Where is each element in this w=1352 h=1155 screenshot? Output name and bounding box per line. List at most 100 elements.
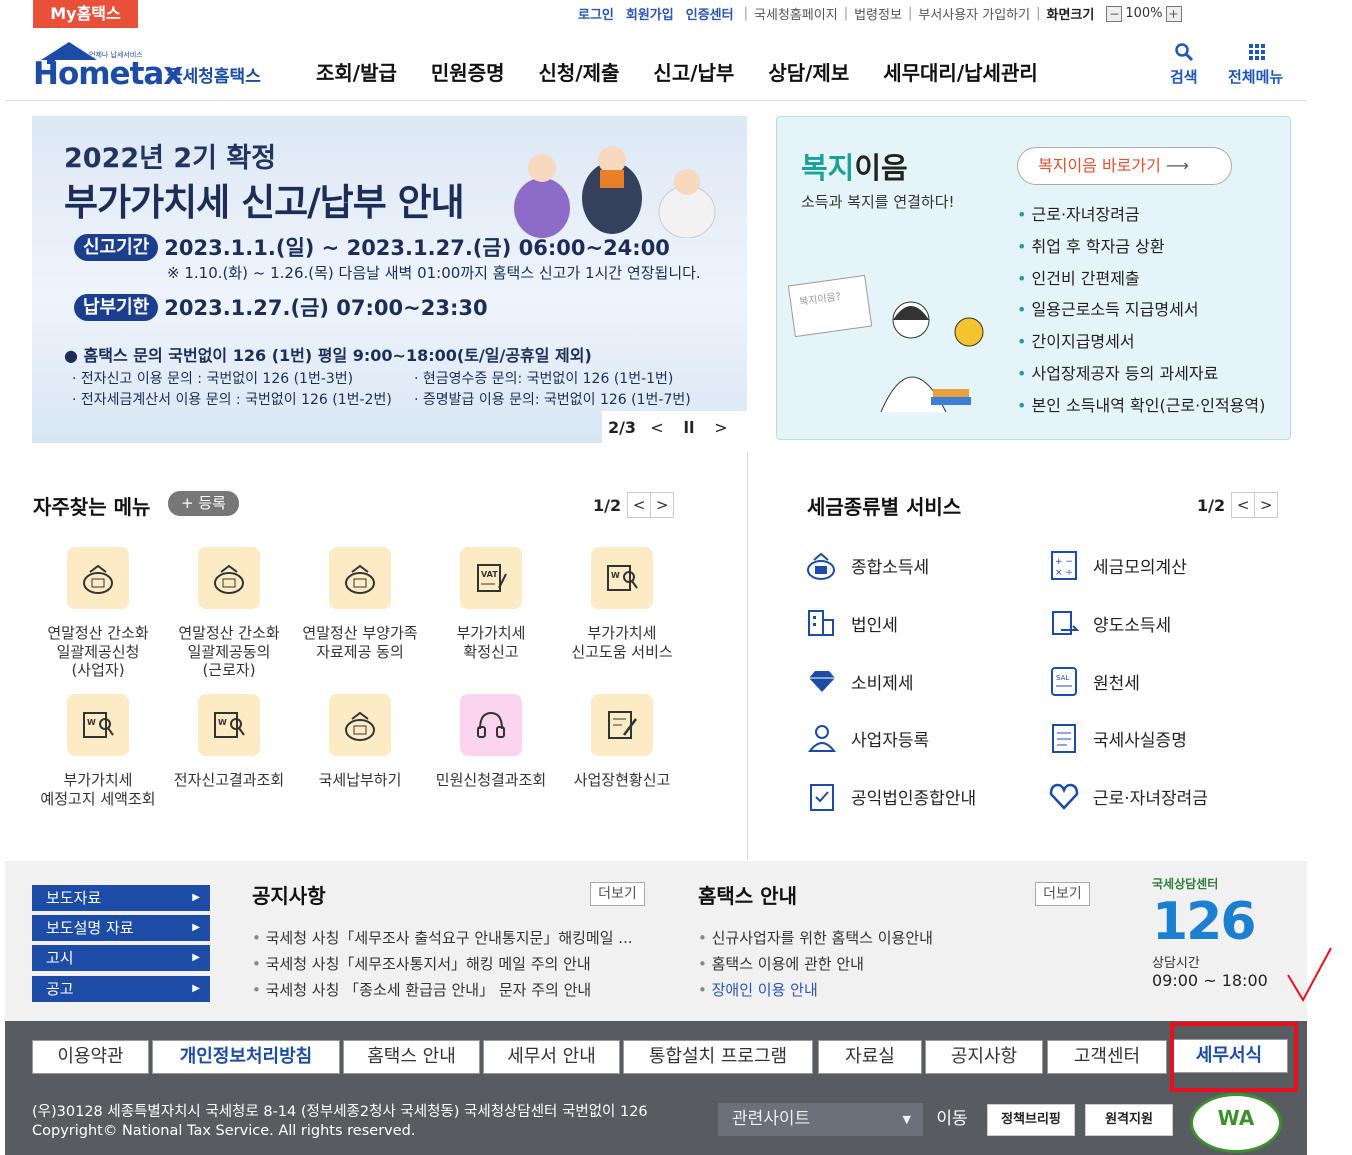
tax-service-item[interactable]: 공익법인종합안내 bbox=[805, 779, 976, 813]
frequent-prev-button[interactable]: < bbox=[627, 492, 652, 518]
nav-certificate[interactable]: 민원증명 bbox=[431, 57, 505, 86]
header-divider bbox=[5, 100, 1307, 101]
tax-prev-button[interactable]: < bbox=[1231, 492, 1256, 518]
welfare-item[interactable]: 일용근로소득 지급명세서 bbox=[1017, 294, 1265, 326]
frequent-menu-item[interactable]: W 전자신고결과조회 bbox=[164, 694, 294, 790]
frequent-menu-item[interactable]: 민원신청결과조회 bbox=[426, 694, 556, 790]
hometax-logo[interactable]: 언제나 납세서비스 Hometax 국세청홈택스 bbox=[33, 38, 273, 93]
notice-item[interactable]: 국세청 사칭 「종소세 환급금 안내」 문자 주의 안내 bbox=[252, 977, 633, 1003]
tax-service-item[interactable]: 국세사실증명 bbox=[1047, 721, 1187, 755]
tax-office-guide-button[interactable]: 세무서 안내 bbox=[483, 1040, 620, 1074]
welfare-item[interactable]: 사업장제공자 등의 과세자료 bbox=[1017, 358, 1265, 390]
dept-signup-link[interactable]: 부서사용자 가입하기 bbox=[918, 4, 1030, 23]
notice-item[interactable]: 국세청 사칭「세무조사 출석요구 안내통지문」해킹메일 ... bbox=[252, 925, 633, 951]
frequent-menu-item[interactable]: W 부가가치세 예정고지 세액조회 bbox=[33, 694, 163, 808]
sidebar-press-explanation[interactable]: 보도설명 자료 bbox=[32, 915, 210, 941]
search-doc-icon: W bbox=[591, 547, 653, 609]
welfare-item[interactable]: 근로·자녀장려금 bbox=[1017, 199, 1265, 231]
all-menu-button[interactable]: 전체메뉴 bbox=[1228, 42, 1283, 87]
banner-inquiry-1: · 전자신고 이용 문의 : 국번없이 126 (1번-3번) bbox=[72, 371, 354, 387]
frequent-menu-item[interactable]: VAT 부가가치세 확정신고 bbox=[426, 547, 556, 661]
frequent-menu-item[interactable]: 연말정산 부양가족 자료제공 동의 bbox=[295, 547, 425, 661]
zoom-out-button[interactable]: − bbox=[1106, 5, 1123, 22]
tax-service-item[interactable]: + − × ÷ 세금모의계산 bbox=[1047, 548, 1187, 582]
nav-agent[interactable]: 세무대리/납세관리 bbox=[883, 57, 1038, 86]
banner-title: 부가가치세 신고/납부 안내 bbox=[64, 181, 465, 224]
welfare-item[interactable]: 간이지급명세서 bbox=[1017, 326, 1265, 358]
banner-next-button[interactable]: > bbox=[706, 418, 736, 437]
register-button[interactable]: + 등록 bbox=[168, 491, 239, 516]
zoom-in-button[interactable]: + bbox=[1165, 5, 1182, 22]
notice-item[interactable]: 국세청 사칭「세무조사통지서」해킹 메일 주의 안내 bbox=[252, 951, 633, 977]
frequent-menu-item[interactable]: W 부가가치세 신고도움 서비스 bbox=[557, 547, 687, 661]
tax-service-item[interactable]: 법인세 bbox=[805, 606, 898, 640]
svg-text:+ −: + − bbox=[1055, 557, 1073, 567]
remote-support-button[interactable]: 원격지원 bbox=[1085, 1104, 1173, 1136]
tax-service-item[interactable]: 근로·자녀장려금 bbox=[1047, 779, 1208, 813]
main-nav: 조회/발급 민원증명 신청/제출 신고/납부 상담/제보 세무대리/납세관리 bbox=[316, 57, 1072, 86]
nav-application[interactable]: 신청/제출 bbox=[539, 57, 620, 86]
tax-service-item[interactable]: SAL 원천세 bbox=[1047, 664, 1140, 698]
welfare-item[interactable]: 본인 소득내역 확인(근로·인적용역) bbox=[1017, 390, 1266, 422]
customer-center-button[interactable]: 고객센터 bbox=[1047, 1040, 1167, 1074]
tax-service-item[interactable]: 사업자등록 bbox=[805, 721, 929, 755]
guide-item[interactable]: 홈택스 이용에 관한 안내 bbox=[698, 951, 933, 977]
frequent-pager: 1/2 < > bbox=[593, 492, 675, 518]
frequent-next-button[interactable]: > bbox=[650, 492, 675, 518]
my-hometax-button[interactable]: My홈택스 bbox=[33, 0, 138, 28]
frequent-menu-item[interactable]: 사업장현황신고 bbox=[557, 694, 687, 790]
welfare-link-button[interactable]: 복지이음 바로가기 ⟶ bbox=[1017, 147, 1232, 185]
logo-text: Hometax bbox=[33, 56, 183, 92]
related-sites-select[interactable]: 관련사이트 ▼ bbox=[718, 1103, 923, 1136]
notice-button[interactable]: 공지사항 bbox=[925, 1040, 1043, 1074]
notice-more-button[interactable]: 더보기 bbox=[590, 882, 645, 906]
call-center-card[interactable]: 국세상담센터 126 상담시간 09:00 ~ 18:00 bbox=[1152, 875, 1292, 1010]
cert-center-link[interactable]: 인증센터 bbox=[686, 4, 734, 23]
checkmark-annotation-icon bbox=[1287, 947, 1332, 1003]
nav-filing[interactable]: 신고/납부 bbox=[653, 57, 734, 86]
go-button[interactable]: 이동 bbox=[927, 1103, 977, 1136]
guide-item[interactable]: 신규사업자를 위한 홈택스 이용안내 bbox=[698, 925, 933, 951]
call-center-number: 126 bbox=[1152, 892, 1257, 952]
welfare-item[interactable]: 인건비 간편제출 bbox=[1017, 263, 1265, 295]
search-button[interactable]: 검색 bbox=[1170, 42, 1198, 87]
frequent-menu-item[interactable]: 연말정산 간소화 일괄제공동의 (근로자) bbox=[164, 547, 294, 680]
tax-service-item[interactable]: 소비제세 bbox=[805, 664, 914, 698]
guide-item-accessibility[interactable]: 장애인 이용 안내 bbox=[698, 977, 933, 1003]
zoom-value: 100% bbox=[1125, 6, 1163, 21]
sidebar-notice[interactable]: 고시 bbox=[32, 945, 210, 971]
login-link[interactable]: 로그인 bbox=[578, 4, 614, 23]
banner-pause-button[interactable]: ll bbox=[672, 418, 706, 437]
welfare-item[interactable]: 취업 후 학자금 상환 bbox=[1017, 231, 1265, 263]
frequent-menu-label: 국세납부하기 bbox=[318, 771, 402, 789]
tax-next-button[interactable]: > bbox=[1254, 492, 1279, 518]
tax-service-item[interactable]: 양도소득세 bbox=[1047, 606, 1171, 640]
nav-inquiry[interactable]: 조회/발급 bbox=[316, 57, 397, 86]
sidebar-press-release[interactable]: 보도자료 bbox=[32, 885, 210, 911]
signup-link[interactable]: 회원가입 bbox=[626, 4, 674, 23]
guide-list: 신규사업자를 위한 홈택스 이용안내 홈택스 이용에 관한 안내 장애인 이용 … bbox=[698, 925, 933, 1003]
salary-doc-icon: SAL bbox=[1047, 664, 1081, 698]
frequent-menu-item[interactable]: 국세납부하기 bbox=[295, 694, 425, 790]
search-doc-icon: W bbox=[198, 694, 260, 756]
period-row: 신고기간 2023.1.1.(일) ~ 2023.1.27.(금) 06:00~… bbox=[74, 232, 670, 262]
svg-text:W: W bbox=[87, 718, 96, 727]
nav-consult[interactable]: 상담/제보 bbox=[768, 57, 849, 86]
law-info-link[interactable]: 법령정보 bbox=[854, 4, 902, 23]
hometax-guide-button[interactable]: 홈택스 안내 bbox=[343, 1040, 480, 1074]
banner-prev-button[interactable]: < bbox=[642, 418, 672, 437]
sidebar-announcement[interactable]: 공고 bbox=[32, 976, 210, 1002]
tax-service-title: 세금종류별 서비스 bbox=[807, 495, 962, 519]
policy-briefing-button[interactable]: 정책브리핑 bbox=[987, 1104, 1075, 1136]
frequent-menu-label: 연말정산 간소화 일괄제공신청 (사업자) bbox=[47, 624, 149, 679]
terms-button[interactable]: 이용약관 bbox=[32, 1040, 149, 1074]
tax-service-item[interactable]: 종합소득세 bbox=[805, 548, 929, 582]
data-room-button[interactable]: 자료실 bbox=[818, 1040, 922, 1074]
nts-homepage-link[interactable]: 국세청홈페이지 bbox=[754, 4, 838, 23]
vat-banner[interactable]: 2022년 2기 확정 부가가치세 신고/납부 안내 신고기간 2023.1.1… bbox=[32, 116, 747, 443]
privacy-policy-button[interactable]: 개인정보처리방침 bbox=[152, 1040, 340, 1074]
search-label: 검색 bbox=[1170, 68, 1198, 86]
install-program-button[interactable]: 통합설치 프로그램 bbox=[623, 1040, 813, 1074]
guide-more-button[interactable]: 더보기 bbox=[1035, 882, 1090, 906]
frequent-menu-item[interactable]: 연말정산 간소화 일괄제공신청 (사업자) bbox=[33, 547, 163, 680]
